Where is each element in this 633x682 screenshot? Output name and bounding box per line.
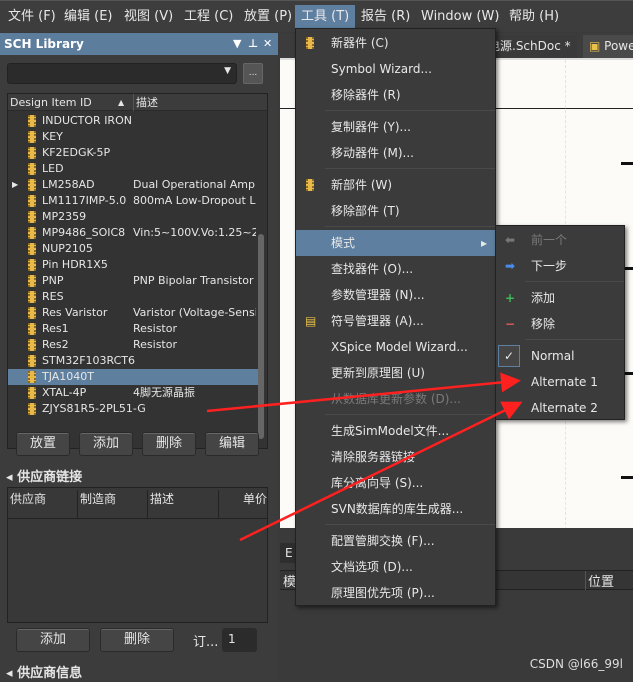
annotation-arrows [206, 372, 523, 542]
arrow-to-alternate-1 [206, 372, 521, 413]
watermark: CSDN @l66_99l [529, 657, 623, 671]
arrow-to-alternate-2 [239, 401, 523, 542]
